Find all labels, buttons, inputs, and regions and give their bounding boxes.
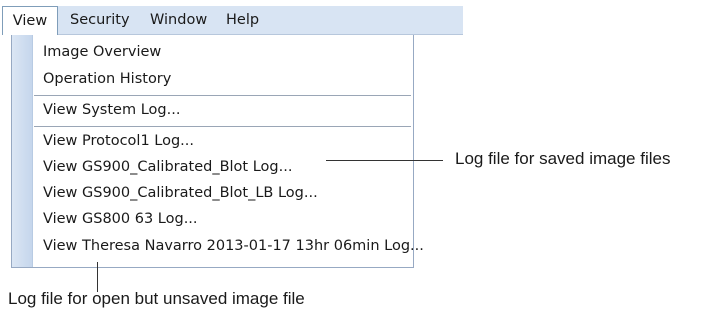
menu-separator xyxy=(34,126,411,127)
menu-security[interactable]: Security xyxy=(70,6,130,34)
screenshot-stage: View Security Window Help Image Overview… xyxy=(0,0,712,310)
view-menu-dropdown: Image Overview Operation History View Sy… xyxy=(11,35,424,268)
menu-item-view-gs900-calibrated-blot-lb-log[interactable]: View GS900_Calibrated_Blot_LB Log... xyxy=(43,181,318,206)
menu-item-view-gs900-calibrated-blot-log[interactable]: View GS900_Calibrated_Blot Log... xyxy=(43,155,292,180)
menu-bar: View Security Window Help xyxy=(2,6,463,35)
menu-help[interactable]: Help xyxy=(226,6,259,34)
menu-window[interactable]: Window xyxy=(150,6,207,34)
callout-line-saved xyxy=(326,160,443,161)
menu-item-operation-history[interactable]: Operation History xyxy=(43,67,171,92)
menu-icon-gutter xyxy=(12,35,33,267)
callout-unsaved-log: Log file for open but unsaved image file xyxy=(8,289,305,308)
menu-item-view-system-log[interactable]: View System Log... xyxy=(43,98,180,123)
menu-item-view-gs800-63-log[interactable]: View GS800 63 Log... xyxy=(43,207,198,232)
callout-line-unsaved xyxy=(97,262,98,292)
menu-item-view-protocol1-log[interactable]: View Protocol1 Log... xyxy=(43,129,194,154)
callout-saved-log: Log file for saved image files xyxy=(455,149,671,168)
menu-view[interactable]: View xyxy=(2,6,58,35)
menu-item-view-theresa-navarro-log[interactable]: View Theresa Navarro 2013-01-17 13hr 06m… xyxy=(43,234,424,259)
menu-item-image-overview[interactable]: Image Overview xyxy=(43,40,161,65)
menu-separator xyxy=(34,95,411,96)
